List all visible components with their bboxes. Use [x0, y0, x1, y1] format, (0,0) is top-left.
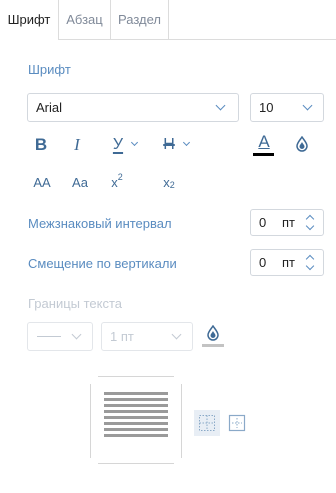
- chevron-down-icon: [302, 100, 313, 111]
- border-width-select[interactable]: 1 пт: [101, 322, 193, 351]
- font-family-value: Arial: [36, 100, 63, 115]
- underline-button[interactable]: У: [108, 134, 128, 156]
- strikethrough-menu-chevron-icon[interactable]: [182, 138, 191, 147]
- small-caps-button[interactable]: Aa: [68, 172, 92, 192]
- border-style-select[interactable]: [27, 322, 93, 351]
- border-color-bar: [202, 344, 224, 347]
- font-section-title: Шрифт: [28, 62, 71, 77]
- font-family-select[interactable]: Arial: [27, 93, 239, 122]
- font-size-select[interactable]: 10: [250, 93, 324, 122]
- tab-font[interactable]: Шрифт: [0, 0, 59, 40]
- border-box-icon: [228, 414, 246, 432]
- bold-button[interactable]: B: [30, 134, 52, 156]
- vertical-offset-unit: пт: [282, 255, 295, 270]
- tab-bar: Шрифт Абзац Раздел: [0, 0, 336, 40]
- italic-label: I: [74, 135, 80, 154]
- borders-section-title: Границы текста: [28, 296, 123, 311]
- underline-menu-chevron-icon[interactable]: [130, 138, 139, 147]
- border-preview-text-lines: [104, 392, 168, 440]
- droplet-icon: [296, 136, 308, 152]
- border-none-button[interactable]: [226, 412, 248, 434]
- chevron-down-icon[interactable]: [305, 221, 315, 231]
- vertical-offset-value: 0: [259, 255, 267, 270]
- subscript-button[interactable]: x2: [158, 172, 180, 192]
- all-caps-button[interactable]: AA: [30, 172, 54, 192]
- character-spacing-label: Межзнаковый интервал: [28, 216, 172, 231]
- border-preview-right-line: [181, 384, 182, 458]
- font-color-button[interactable]: A: [252, 132, 276, 158]
- character-spacing-unit: пт: [282, 215, 295, 230]
- all-caps-label: AA: [33, 174, 51, 190]
- border-line-preview: [37, 336, 61, 337]
- droplet-icon: [207, 325, 219, 341]
- italic-button[interactable]: I: [66, 134, 88, 156]
- font-size-value: 10: [259, 100, 274, 115]
- border-all-button[interactable]: [194, 410, 220, 436]
- border-preview-top-line: [98, 376, 174, 377]
- subscript-mark: 2: [169, 180, 175, 190]
- highlight-color-button[interactable]: [292, 134, 312, 154]
- border-all-icon: [199, 415, 215, 431]
- character-spacing-value: 0: [259, 215, 267, 230]
- border-color-button[interactable]: [202, 325, 224, 349]
- border-preview: [90, 376, 182, 466]
- chevron-down-icon: [71, 329, 82, 340]
- superscript-mark: 2: [117, 172, 123, 182]
- chevron-down-icon: [215, 100, 226, 111]
- border-preview-bottom-line: [98, 463, 174, 464]
- font-color-bar: [253, 153, 274, 156]
- chevron-down-icon: [171, 329, 182, 340]
- border-width-value: 1 пт: [110, 329, 134, 344]
- superscript-button[interactable]: x2: [106, 172, 128, 192]
- vertical-offset-input[interactable]: 0 пт: [250, 249, 324, 276]
- vertical-offset-label: Смещение по вертикали: [28, 256, 177, 271]
- small-caps-label: Aa: [72, 174, 88, 190]
- chevron-down-icon[interactable]: [305, 261, 315, 271]
- strikethrough-button[interactable]: Н: [158, 134, 180, 156]
- underline-label: У: [112, 136, 124, 153]
- font-color-label: A: [258, 132, 270, 151]
- tab-paragraph[interactable]: Абзац: [59, 0, 111, 39]
- strikethrough-label: Н: [163, 136, 175, 153]
- character-spacing-input[interactable]: 0 пт: [250, 209, 324, 236]
- tab-section[interactable]: Раздел: [111, 0, 169, 39]
- bold-label: B: [34, 135, 48, 154]
- border-preview-left-line: [90, 384, 91, 458]
